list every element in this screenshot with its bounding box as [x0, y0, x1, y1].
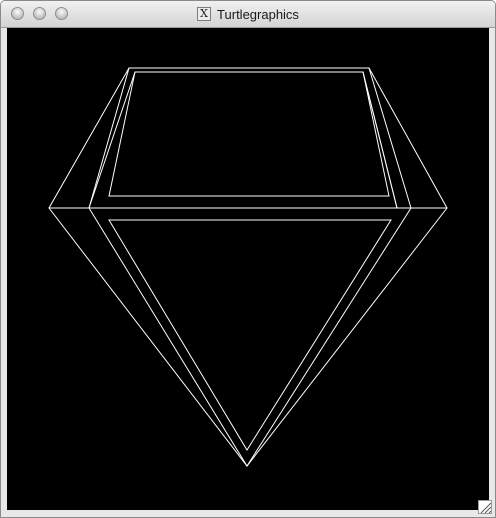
window-title: Turtlegraphics: [217, 6, 299, 22]
lower-inner-frame: [88, 207, 412, 467]
title-bar[interactable]: X Turtlegraphics: [1, 1, 495, 28]
title-group: X Turtlegraphics: [1, 1, 495, 27]
resize-grip-icon[interactable]: [478, 500, 492, 514]
upper-inner-frame: [88, 71, 398, 209]
turtle-drawing: [48, 67, 448, 467]
right-inner-facet: [362, 71, 398, 209]
upper-facet: [108, 71, 390, 197]
turtle-canvas[interactable]: [7, 28, 489, 510]
right-side-facet: [368, 67, 412, 209]
turtlegraphics-window: X Turtlegraphics: [0, 0, 496, 518]
x11-icon: X: [197, 7, 212, 21]
left-side-facet: [88, 67, 130, 209]
